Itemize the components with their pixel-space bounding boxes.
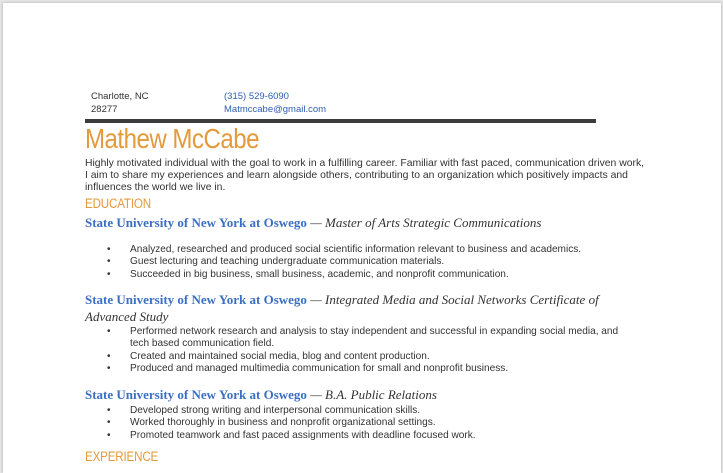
candidate-name: Mathew McCabe	[85, 123, 259, 154]
degree-name: — Master of Arts Strategic Communication…	[306, 215, 542, 230]
list-item: Worked thoroughly in business and nonpro…	[107, 417, 637, 430]
list-item: Produced and managed multimedia communic…	[107, 363, 637, 376]
list-item: Succeeded in big business, small busines…	[107, 269, 637, 282]
degree-name: — B.A. Public Relations	[306, 387, 437, 402]
contact-details: (315) 529-6090 Matmccabe@gmail.com	[224, 91, 326, 116]
contact-email-link[interactable]: Matmccabe@gmail.com	[224, 104, 326, 117]
institution-name: State University of New York at Oswego	[85, 387, 307, 402]
education-bullet-list: Performed network research and analysis …	[107, 326, 637, 376]
education-bullet-list: Analyzed, researched and produced social…	[107, 244, 637, 282]
education-entry-title: State University of New York at Oswego —…	[85, 215, 630, 232]
list-item: Developed strong writing and interperson…	[107, 405, 637, 418]
list-item: Created and maintained social media, blo…	[107, 351, 637, 364]
institution-name: State University of New York at Oswego	[85, 215, 307, 230]
contact-address: Charlotte, NC 28277	[91, 91, 149, 116]
contact-zip: 28277	[91, 103, 118, 115]
list-item: Analyzed, researched and produced social…	[107, 244, 637, 257]
list-item: Guest lecturing and teaching undergradua…	[107, 256, 637, 269]
summary-paragraph: Highly motivated individual with the goa…	[85, 158, 645, 193]
list-item: Promoted teamwork and fast paced assignm…	[107, 430, 637, 443]
contact-phone-link[interactable]: (315) 529-6090	[224, 91, 326, 104]
resume-page: Charlotte, NC 28277 (315) 529-6090 Matmc…	[3, 3, 721, 473]
section-heading-education: EDUCATION	[85, 196, 151, 211]
education-bullet-list: Developed strong writing and interperson…	[107, 405, 637, 443]
education-entry-title: State University of New York at Oswego —…	[85, 292, 630, 325]
contact-city: Charlotte, NC	[91, 91, 149, 102]
section-heading-experience: EXPERIENCE	[85, 449, 159, 464]
education-entry-title: State University of New York at Oswego —…	[85, 387, 630, 404]
institution-name: State University of New York at Oswego	[85, 292, 307, 307]
list-item: Performed network research and analysis …	[107, 326, 637, 351]
